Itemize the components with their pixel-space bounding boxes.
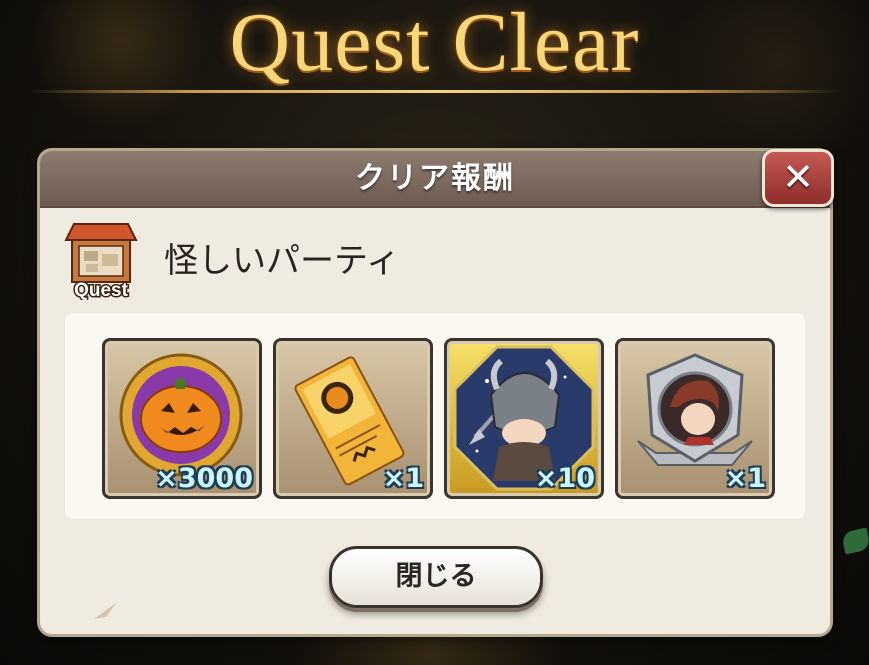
- reward-quantity: ×1: [724, 463, 766, 494]
- quest-name: 怪しいパーティ: [164, 241, 400, 281]
- reward-item-unit[interactable]: ×10: [444, 338, 604, 499]
- corner-feather-icon: [94, 603, 116, 619]
- quest-clear-title: Quest Clear: [229, 0, 640, 89]
- reward-quantity: ×10: [534, 463, 595, 494]
- close-x-icon: ✕: [782, 155, 814, 199]
- reward-quantity: ×1: [382, 463, 424, 494]
- close-button[interactable]: 閉じる: [329, 546, 543, 608]
- panel-title: クリア報酬: [355, 161, 515, 196]
- title-divider: [30, 90, 839, 93]
- reward-list: ×3000 ×1 ×10 ×1: [65, 313, 805, 519]
- reward-quantity: ×3000: [155, 463, 253, 494]
- quest-shop-icon: Quest: [62, 218, 140, 303]
- close-x-button[interactable]: ✕: [762, 149, 834, 207]
- quest-icon-label: Quest: [74, 280, 129, 300]
- reward-panel: クリア報酬 Quest 怪しいパーティ ×3000 ×1 ×10 ×1 閉じる: [40, 151, 830, 634]
- reward-item-ticket[interactable]: ×1: [273, 338, 433, 499]
- reward-item-emblem[interactable]: ×1: [615, 338, 775, 499]
- reward-item-medal[interactable]: ×3000: [102, 338, 262, 499]
